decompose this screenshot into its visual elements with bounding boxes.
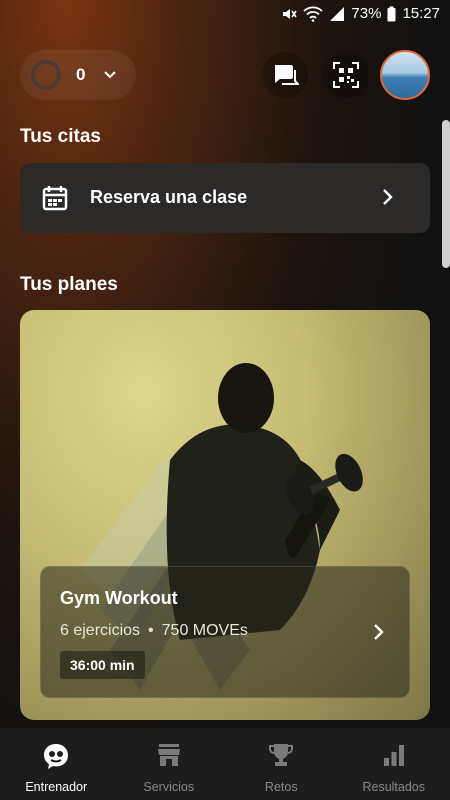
nav-label: Resultados bbox=[362, 780, 426, 794]
plan-duration-badge: 36:00 min bbox=[60, 651, 145, 679]
plan-moves: 750 MOVEs bbox=[161, 622, 248, 639]
scrollbar[interactable] bbox=[442, 120, 450, 268]
nav-item-retos[interactable]: Retos bbox=[225, 728, 338, 800]
status-bar: 73% 15:27 bbox=[0, 0, 450, 32]
bar-chart-icon bbox=[383, 745, 404, 766]
meta-separator: • bbox=[148, 622, 154, 639]
plan-exercises: 6 ejercicios bbox=[60, 622, 141, 639]
mute-icon bbox=[283, 8, 298, 19]
battery-percent: 73% bbox=[351, 5, 382, 22]
clock: 15:27 bbox=[402, 5, 440, 22]
plan-title: Gym Workout bbox=[60, 588, 178, 608]
avatar[interactable] bbox=[380, 50, 430, 100]
header: 0 bbox=[20, 50, 430, 102]
bottom-nav: Entrenador Servicios Retos Resultados bbox=[0, 728, 450, 800]
nav-item-resultados[interactable]: Resultados bbox=[338, 728, 450, 800]
chevron-right-icon[interactable] bbox=[373, 623, 385, 641]
store-icon bbox=[157, 744, 180, 766]
chevron-right-icon bbox=[383, 189, 393, 205]
qr-code-button[interactable] bbox=[323, 52, 369, 98]
nav-label: Servicios bbox=[143, 780, 195, 794]
plan-info-panel: Gym Workout 6 ejercicios • 750 MOVEs 36:… bbox=[40, 566, 410, 698]
nav-item-servicios[interactable]: Servicios bbox=[113, 728, 226, 800]
moves-count: 0 bbox=[76, 65, 86, 84]
moves-ring-icon bbox=[31, 60, 61, 90]
coach-icon bbox=[44, 744, 69, 769]
chevron-down-icon bbox=[104, 71, 117, 79]
trophy-icon bbox=[269, 744, 294, 766]
plan-card[interactable]: Gym Workout 6 ejercicios • 750 MOVEs 36:… bbox=[20, 310, 430, 720]
calendar-icon bbox=[42, 186, 68, 211]
plans-title: Tus planes bbox=[20, 274, 118, 295]
reserve-class-button[interactable]: Reserva una clase bbox=[20, 163, 430, 233]
appointments-title: Tus citas bbox=[20, 126, 101, 147]
chat-button[interactable] bbox=[262, 52, 308, 98]
moves-selector[interactable]: 0 bbox=[20, 50, 136, 100]
wifi-icon bbox=[303, 6, 324, 22]
chat-icon bbox=[275, 65, 299, 85]
qr-code-icon bbox=[333, 62, 359, 88]
nav-label: Retos bbox=[264, 780, 298, 794]
nav-label: Entrenador bbox=[25, 780, 88, 794]
signal-icon bbox=[330, 6, 345, 21]
plan-meta: 6 ejercicios • 750 MOVEs bbox=[60, 622, 248, 640]
battery-icon bbox=[387, 6, 396, 21]
reserve-class-label: Reserva una clase bbox=[90, 187, 248, 207]
nav-item-entrenador[interactable]: Entrenador bbox=[0, 728, 113, 800]
